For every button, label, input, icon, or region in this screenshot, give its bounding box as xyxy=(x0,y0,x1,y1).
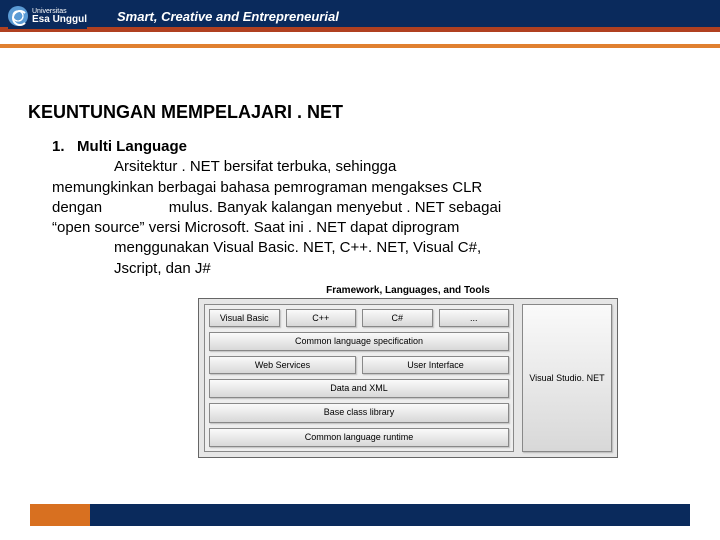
diagram-row-languages: Visual Basic C++ C# ... xyxy=(209,309,509,327)
box-ellipsis: ... xyxy=(439,309,510,327)
university-name: Esa Unggul xyxy=(32,14,87,25)
box-visual-studio: Visual Studio. NET xyxy=(522,304,612,452)
slide-content: KEUNTUNGAN MEMPELAJARI . NET 1. Multi La… xyxy=(0,32,720,455)
logo-swirl-icon xyxy=(8,6,28,26)
box-cpp: C++ xyxy=(286,309,357,327)
list-heading: Multi Language xyxy=(77,138,187,155)
box-user-interface: User Interface xyxy=(362,356,509,374)
box-base-class: Base class library xyxy=(209,403,509,422)
net-framework-diagram: Framework, Languages, and Tools Visual B… xyxy=(198,283,618,455)
logo-text: Universitas Esa Unggul xyxy=(32,8,87,25)
para-line2: memungkinkan berbagai bahasa pemrograman… xyxy=(52,178,692,198)
box-clr: Common language runtime xyxy=(209,428,509,447)
diagram-left-stack: Visual Basic C++ C# ... Common language … xyxy=(204,304,514,452)
footer-orange-accent xyxy=(30,504,90,526)
list-item-1: 1. Multi Language xyxy=(52,137,692,157)
box-csharp: C# xyxy=(362,309,433,327)
slide-footer xyxy=(0,504,720,528)
list-number: 1. xyxy=(52,138,65,155)
slide-header: Universitas Esa Unggul Smart, Creative a… xyxy=(0,0,720,32)
header-divider xyxy=(0,44,720,48)
para-line6: Jscript, dan J# xyxy=(52,259,692,279)
para-line1: Arsitektur . NET bersifat terbuka, sehin… xyxy=(52,157,692,177)
para-line4: “open source” versi Microsoft. Saat ini … xyxy=(52,218,692,238)
para-line5: menggunakan Visual Basic. NET, C++. NET,… xyxy=(52,238,692,258)
diagram-outer: Visual Basic C++ C# ... Common language … xyxy=(198,298,618,458)
diagram-title: Framework, Languages, and Tools xyxy=(198,283,618,298)
box-web-services: Web Services xyxy=(209,356,356,374)
box-visual-basic: Visual Basic xyxy=(209,309,280,327)
logo: Universitas Esa Unggul xyxy=(8,3,87,29)
slide-title: KEUNTUNGAN MEMPELAJARI . NET xyxy=(28,102,692,123)
para-line3: dengan mulus. Banyak kalangan menyebut .… xyxy=(52,198,692,218)
box-cls: Common language specification xyxy=(209,332,509,351)
tagline: Smart, Creative and Entrepreneurial xyxy=(117,9,339,24)
diagram-row-services: Web Services User Interface xyxy=(209,356,509,374)
body-text: 1. Multi Language Arsitektur . NET bersi… xyxy=(28,137,692,279)
box-data-xml: Data and XML xyxy=(209,379,509,398)
footer-blue-bar xyxy=(30,504,690,526)
